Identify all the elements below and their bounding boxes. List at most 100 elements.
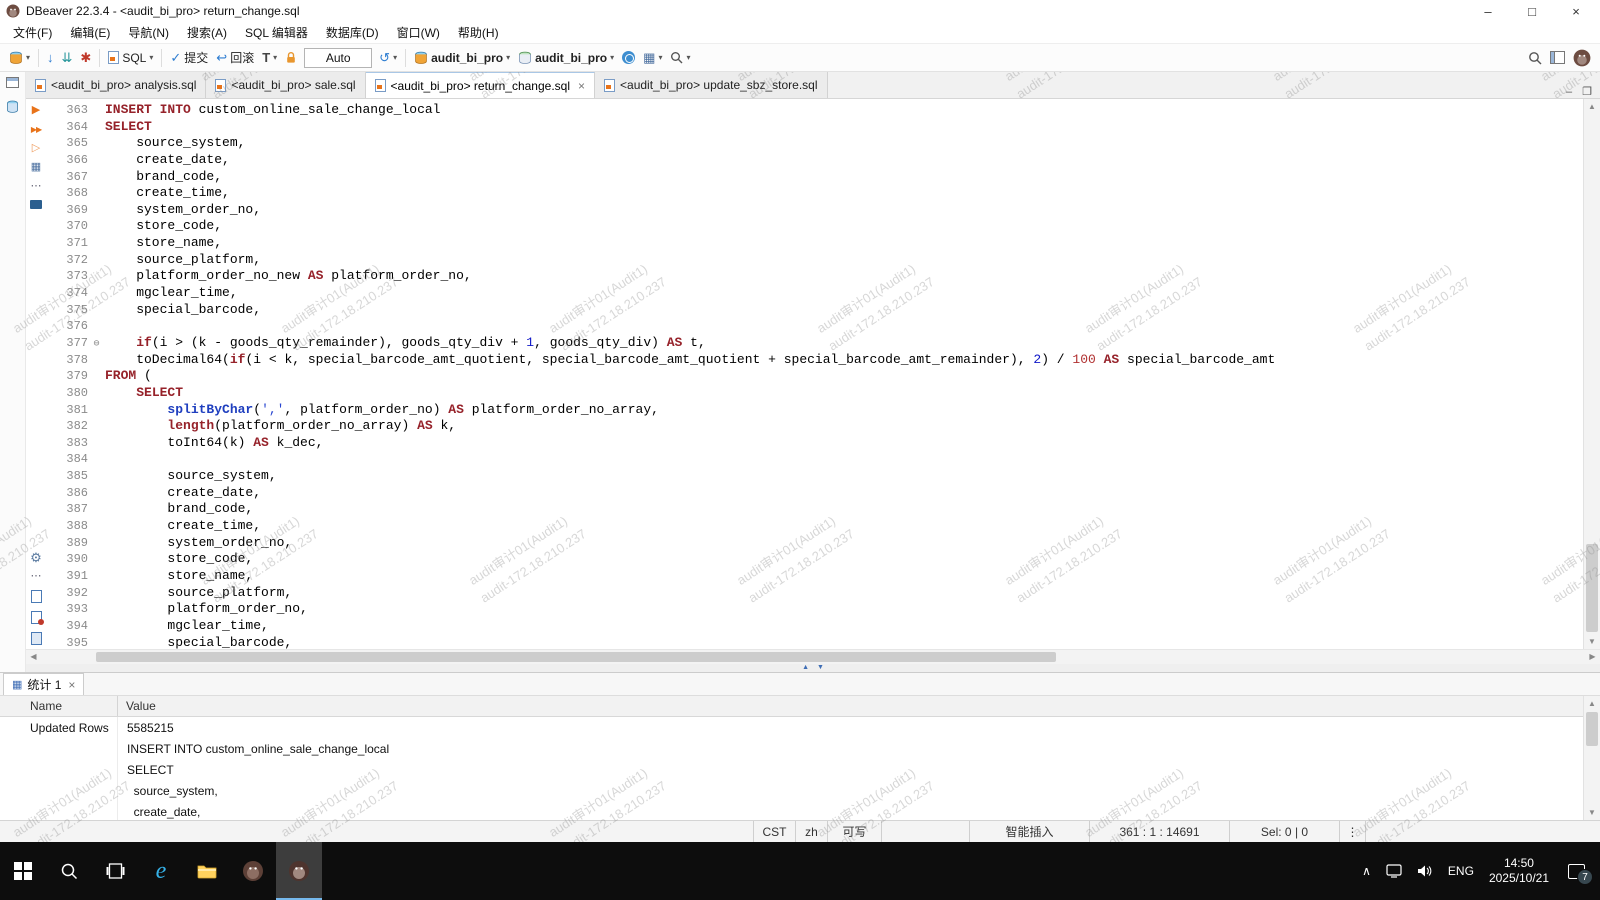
- tab-close-icon[interactable]: ×: [68, 678, 75, 692]
- code-line[interactable]: 363 INSERT INTO custom_online_sale_chang…: [46, 102, 1583, 119]
- editor-horizontal-scrollbar[interactable]: ◀ ▶: [26, 649, 1600, 664]
- stats-row[interactable]: create_date,: [0, 801, 1600, 820]
- code-line[interactable]: 394 mgclear_time,: [46, 618, 1583, 635]
- code-line[interactable]: 389 system_order_no,: [46, 535, 1583, 552]
- code-area[interactable]: 363 INSERT INTO custom_online_sale_chang…: [46, 99, 1583, 649]
- stats-row[interactable]: INSERT INTO custom_online_sale_change_lo…: [0, 738, 1600, 759]
- code-line[interactable]: 371 store_name,: [46, 235, 1583, 252]
- scrollbar-thumb[interactable]: [96, 652, 1056, 662]
- code-line[interactable]: 369 system_order_no,: [46, 202, 1583, 219]
- scroll-left-icon[interactable]: ◀: [26, 650, 41, 664]
- connection-select[interactable]: audit_bi_pro ▾: [410, 49, 514, 67]
- schema-select[interactable]: audit_bi_pro ▾: [514, 49, 618, 67]
- maximize-editor-icon[interactable]: ❐: [1582, 85, 1592, 98]
- code-line[interactable]: 390 store_code,: [46, 551, 1583, 568]
- restore-panel-icon[interactable]: [6, 77, 19, 88]
- minimize-button[interactable]: –: [1466, 0, 1510, 22]
- menu-item[interactable]: 导航(N): [119, 22, 178, 43]
- dbeaver-taskbar-button-active[interactable]: [276, 842, 322, 900]
- code-line[interactable]: 381 splitByChar(',', platform_order_no) …: [46, 402, 1583, 419]
- code-line[interactable]: 392 source_platform,: [46, 585, 1583, 602]
- script-doc-error-icon[interactable]: [31, 611, 42, 624]
- navigator-globe-icon[interactable]: [618, 49, 639, 66]
- code-line[interactable]: 393 platform_order_no,: [46, 601, 1583, 618]
- tab-close-icon[interactable]: ×: [578, 79, 585, 93]
- action-center-button[interactable]: 7: [1564, 860, 1588, 882]
- code-line[interactable]: 376: [46, 318, 1583, 335]
- scrollbar-thumb[interactable]: [1586, 712, 1598, 746]
- execute-statement-icon[interactable]: ↓: [43, 49, 58, 66]
- menu-item[interactable]: SQL 编辑器: [236, 22, 317, 43]
- lock-icon[interactable]: [281, 49, 301, 66]
- dbeaver-taskbar-button[interactable]: [230, 842, 276, 900]
- status-insert-mode[interactable]: 智能插入: [969, 821, 1089, 842]
- editor-vertical-scrollbar[interactable]: ▲ ▼: [1583, 99, 1600, 649]
- close-button[interactable]: ×: [1554, 0, 1598, 22]
- editor-tab[interactable]: <audit_bi_pro> return_change.sql×: [366, 72, 595, 98]
- more-actions-icon[interactable]: ⋯: [31, 181, 42, 192]
- scroll-down-icon[interactable]: ▼: [1584, 634, 1600, 649]
- tray-device-icon[interactable]: [1386, 864, 1402, 878]
- taskbar-clock[interactable]: 14:50 2025/10/21: [1489, 856, 1549, 886]
- transaction-history-button[interactable]: ↺▾: [375, 49, 401, 66]
- code-line[interactable]: 395 special_barcode,: [46, 635, 1583, 650]
- code-line[interactable]: 366 create_date,: [46, 152, 1583, 169]
- scroll-right-icon[interactable]: ▶: [1585, 650, 1600, 664]
- new-sql-editor-button[interactable]: ▾: [5, 49, 34, 67]
- rollback-button[interactable]: ↩回滚: [212, 47, 258, 68]
- internet-explorer-button[interactable]: e: [138, 842, 184, 900]
- minimize-editor-icon[interactable]: –: [1566, 86, 1572, 98]
- code-line[interactable]: 364 SELECT: [46, 119, 1583, 136]
- input-language[interactable]: ENG: [1448, 864, 1474, 878]
- scroll-up-icon[interactable]: ▲: [1584, 99, 1600, 114]
- menu-item[interactable]: 搜索(A): [178, 22, 236, 43]
- perspective-icon[interactable]: [1546, 49, 1569, 66]
- code-line[interactable]: 386 create_date,: [46, 485, 1583, 502]
- script-output-icon[interactable]: [31, 632, 42, 645]
- code-line[interactable]: 365 source_system,: [46, 135, 1583, 152]
- code-line[interactable]: 379 FROM (: [46, 368, 1583, 385]
- status-write-mode[interactable]: 可写: [827, 821, 881, 842]
- code-line[interactable]: 380 SELECT: [46, 385, 1583, 402]
- menu-item[interactable]: 编辑(E): [61, 22, 119, 43]
- script-doc-icon[interactable]: [31, 590, 42, 603]
- code-line[interactable]: 375 special_barcode,: [46, 302, 1583, 319]
- stats-row[interactable]: source_system,: [0, 780, 1600, 801]
- dbeaver-logo[interactable]: [1569, 47, 1595, 69]
- settings-gear-icon[interactable]: ⚙: [30, 552, 42, 563]
- code-line[interactable]: 383 toInt64(k) AS k_dec,: [46, 435, 1583, 452]
- editor-tab[interactable]: <audit_bi_pro> sale.sql: [206, 72, 365, 98]
- code-line[interactable]: 385 source_system,: [46, 468, 1583, 485]
- database-navigator-icon[interactable]: [6, 100, 19, 114]
- execute-sql-icon[interactable]: ▶: [32, 105, 40, 116]
- tray-expand-icon[interactable]: ∧: [1362, 864, 1371, 878]
- status-caret-position[interactable]: 361 : 1 : 14691: [1089, 821, 1229, 842]
- scroll-up-icon[interactable]: ▲: [1584, 696, 1600, 711]
- scroll-down-icon[interactable]: ▼: [1584, 805, 1600, 820]
- code-line[interactable]: 370 store_code,: [46, 218, 1583, 235]
- sql-console-icon[interactable]: [30, 200, 42, 209]
- menu-item[interactable]: 文件(F): [4, 22, 61, 43]
- menu-item[interactable]: 窗口(W): [388, 22, 449, 43]
- stats-row[interactable]: Updated Rows5585215: [0, 717, 1600, 738]
- search-menu-button[interactable]: ▾: [666, 49, 694, 66]
- stats-row[interactable]: SELECT: [0, 759, 1600, 780]
- panel-sash[interactable]: ▲ ▼: [26, 664, 1600, 672]
- execute-new-tab-icon[interactable]: ▷: [32, 143, 40, 154]
- code-line[interactable]: 382 length(platform_order_no_array) AS k…: [46, 418, 1583, 435]
- start-button[interactable]: [0, 842, 46, 900]
- code-line[interactable]: 373 platform_order_no_new AS platform_or…: [46, 268, 1583, 285]
- code-line[interactable]: 387 brand_code,: [46, 501, 1583, 518]
- quick-access-search-icon[interactable]: [1524, 49, 1546, 67]
- column-header-value[interactable]: Value: [118, 696, 1600, 716]
- code-line[interactable]: 367 brand_code,: [46, 169, 1583, 186]
- column-header-name[interactable]: Name: [0, 696, 118, 716]
- task-view-button[interactable]: [92, 842, 138, 900]
- code-line[interactable]: 374 mgclear_time,: [46, 285, 1583, 302]
- scrollbar-thumb[interactable]: [1586, 544, 1598, 632]
- menu-item[interactable]: 数据库(D): [317, 22, 388, 43]
- editor-tab[interactable]: <audit_bi_pro> analysis.sql: [26, 72, 206, 98]
- panel-vertical-scrollbar[interactable]: ▲ ▼: [1583, 696, 1600, 820]
- status-more-icon[interactable]: ⋮: [1339, 821, 1365, 842]
- speaker-icon[interactable]: [1417, 864, 1433, 878]
